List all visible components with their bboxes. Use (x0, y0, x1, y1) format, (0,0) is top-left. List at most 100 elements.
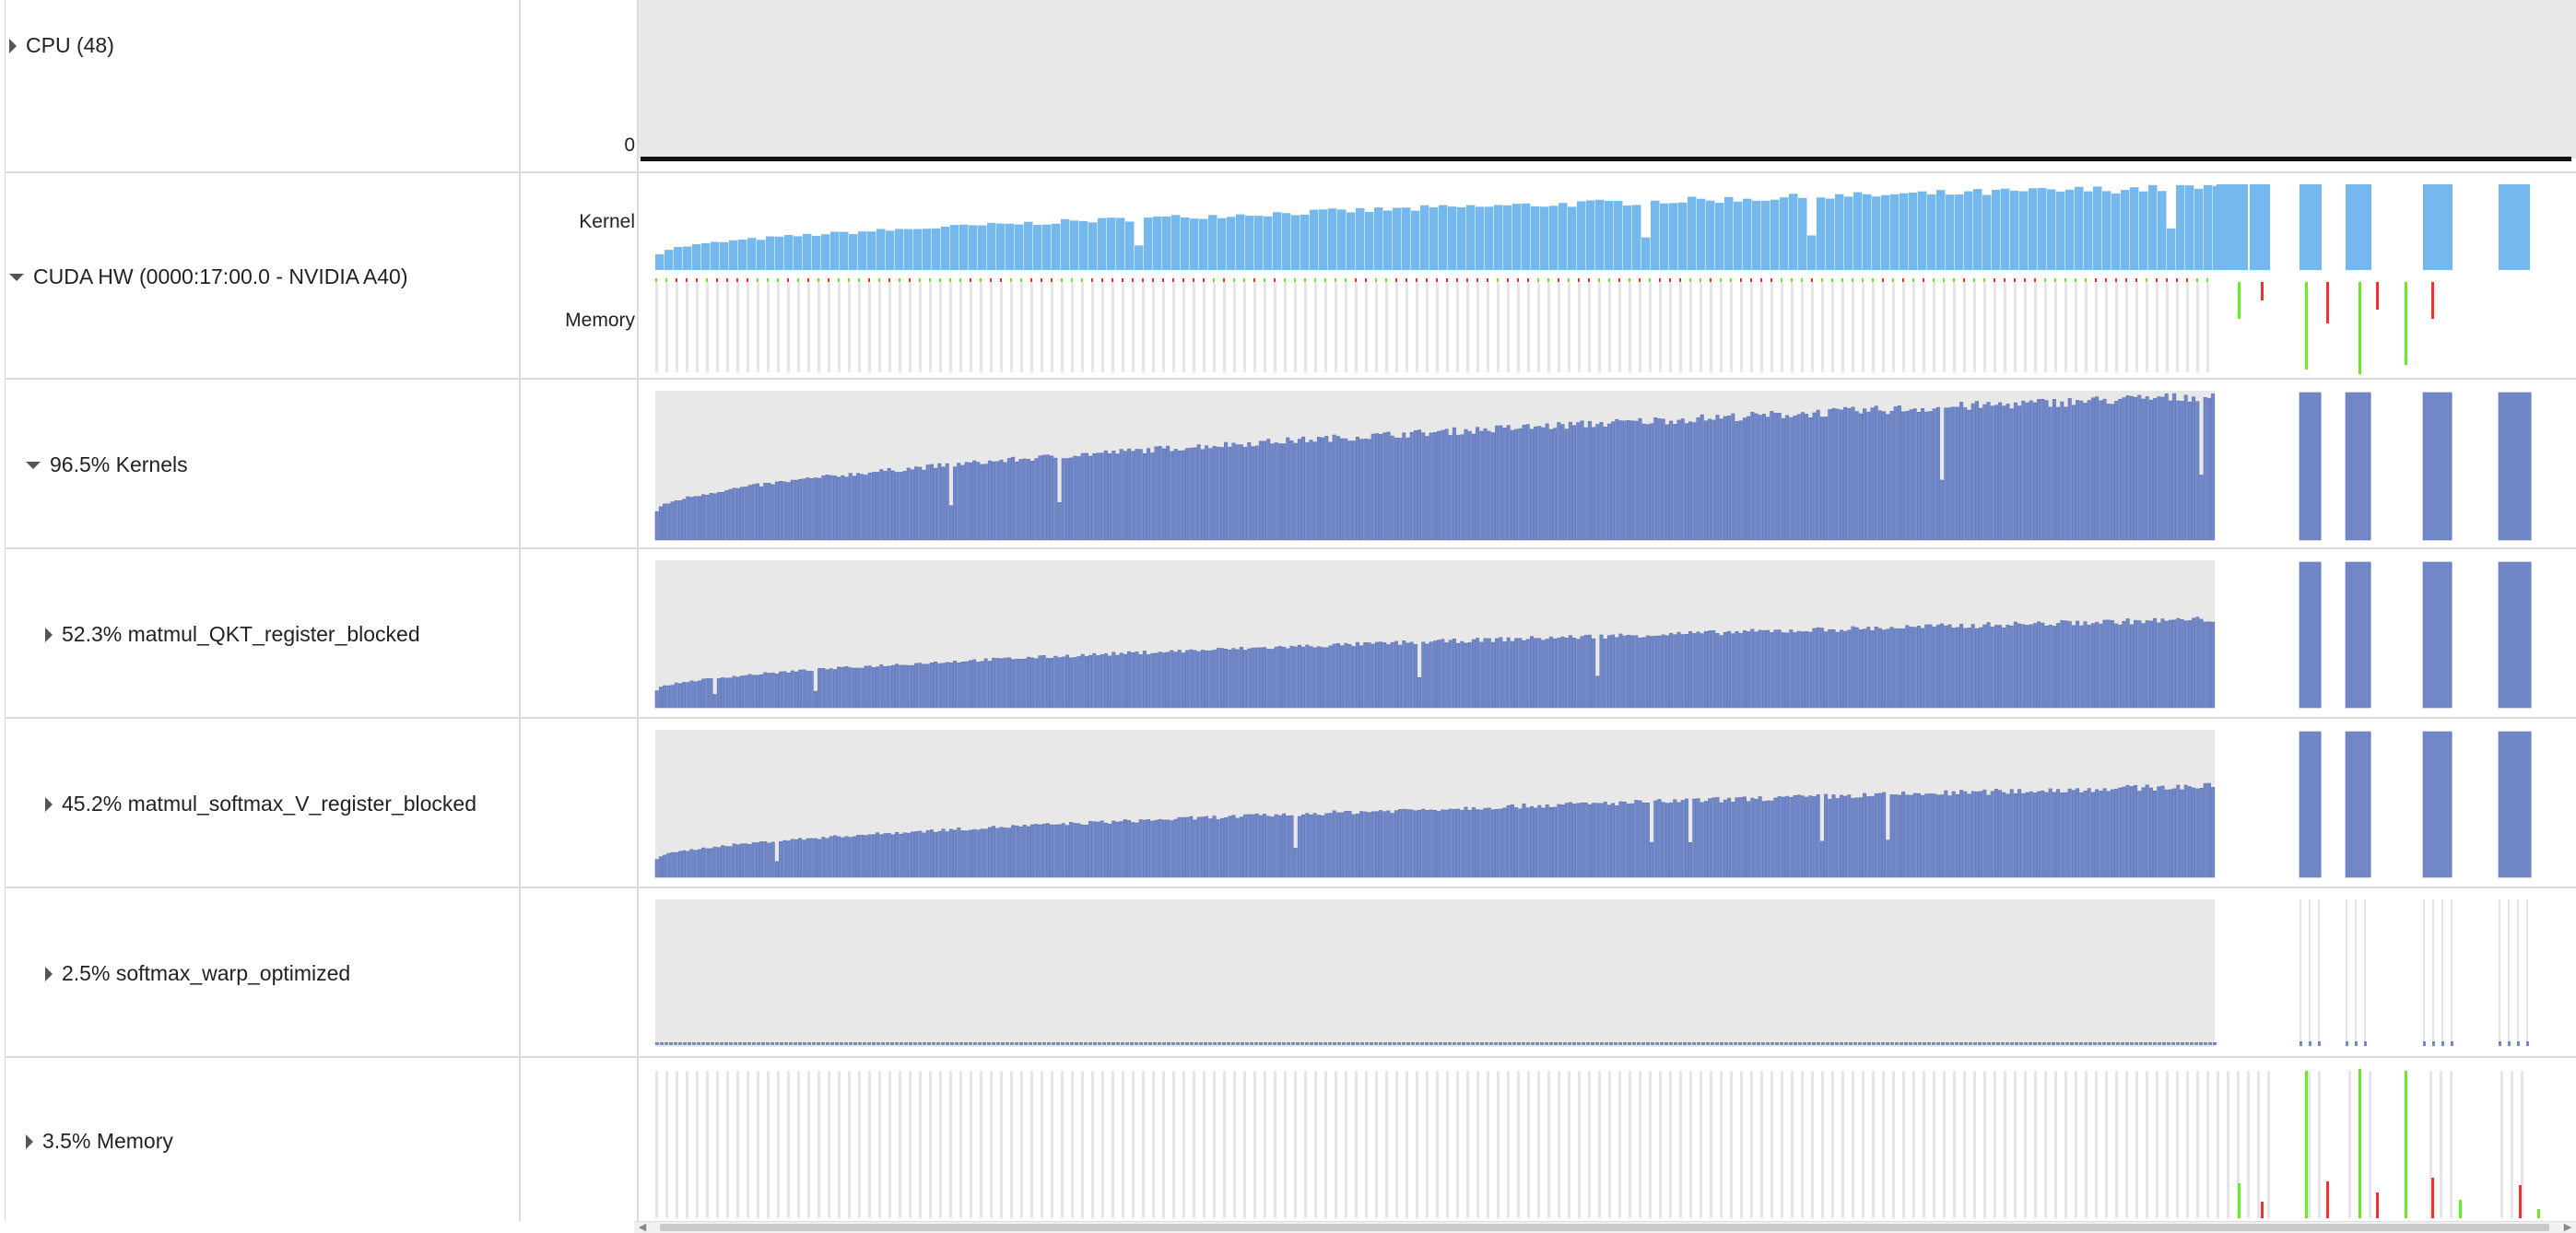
kernel-summary-bar (803, 233, 812, 270)
softmax-warp-bar (2029, 1042, 2032, 1045)
memory-op-tick (1041, 278, 1042, 282)
softmax-warp-bar (655, 1042, 659, 1045)
memory-lane-gap (817, 1071, 820, 1218)
memory-chart (655, 1069, 2540, 1218)
memory-op-tick (1193, 278, 1194, 282)
qkt-bar (1708, 630, 1712, 709)
triangle-down-icon[interactable] (9, 273, 24, 281)
kernels-bar (1464, 429, 1468, 541)
softmax-v-bar (1828, 798, 1832, 878)
triangle-down-icon[interactable] (26, 461, 41, 469)
cuda-hw-track[interactable] (639, 173, 2576, 378)
kernels-bar (2025, 402, 2029, 541)
triangle-right-icon[interactable] (9, 38, 17, 53)
kernels-bar (2134, 396, 2138, 541)
memory-lane-gap (2206, 282, 2209, 372)
memory-lane-gap (1659, 282, 1662, 372)
qkt-bar (744, 675, 748, 709)
softmax-warp-bar (1863, 1042, 1866, 1045)
cpu-track[interactable] (639, 0, 2576, 171)
softmax-warp-bar (996, 1042, 1000, 1045)
memory-op-tick (665, 278, 667, 282)
kernels-track[interactable] (639, 380, 2576, 547)
qkt-bar (1634, 635, 1639, 709)
kernels-bar (2006, 404, 2010, 541)
qkt-bar (1386, 644, 1391, 709)
qkt-bar (2448, 561, 2452, 709)
qkt-bar (1394, 640, 1398, 709)
memory-row-toggle[interactable]: 3.5% Memory (26, 1129, 173, 1154)
qkt-bar (774, 674, 779, 709)
kernels-bar (2083, 403, 2088, 541)
qkt-bar (960, 662, 965, 709)
kernels-bar (1247, 442, 1252, 541)
qkt-bar (658, 687, 663, 709)
softmax-v-bar (867, 834, 872, 878)
softmax-warp-bar (941, 1042, 945, 1045)
memory-lane-gap (888, 282, 891, 372)
softmax-warp-row-label: 2.5% softmax_warp_optimized (62, 961, 351, 985)
kernels-bar (906, 467, 911, 541)
qkt-bar (2032, 623, 2037, 709)
memory-lane-gap (1071, 282, 1074, 372)
softmax-v-bar (1096, 821, 1100, 878)
kernels-bar (1344, 438, 1348, 541)
scrollbar-thumb[interactable] (660, 1224, 2549, 1231)
memory-track[interactable] (639, 1058, 2576, 1221)
arrow-right-icon[interactable]: ▶ (2561, 1222, 2574, 1233)
kernels-bar (2211, 393, 2216, 541)
kernel-summary-bar (784, 235, 794, 270)
qkt-bar (1441, 639, 1445, 709)
kernels-bar (1460, 434, 1464, 541)
softmax-warp-bar (1347, 1042, 1350, 1045)
softmax-v-bar (740, 843, 745, 878)
qkt-bar (1432, 640, 1437, 709)
kernels-row-toggle[interactable]: 96.5% Kernels (26, 452, 188, 477)
softmax-warp-bar (2300, 1041, 2302, 1046)
triangle-right-icon[interactable] (45, 627, 53, 642)
softmax-warp-lane (2451, 899, 2452, 1047)
qkt-bar (983, 658, 988, 709)
memory-lane-gap (1892, 1071, 1895, 1218)
qkt-track[interactable] (639, 549, 2576, 717)
kernels-bar (770, 484, 775, 541)
cpu-row-toggle[interactable]: CPU (48) (9, 33, 114, 58)
kernels-bar (1979, 407, 1983, 541)
memory-lane-gap (1933, 282, 1935, 372)
triangle-right-icon[interactable] (45, 796, 53, 812)
softmax-warp-bar (1448, 1042, 1452, 1045)
softmax-warp-bar (1688, 1042, 1691, 1045)
cuda-hw-row-toggle[interactable]: CUDA HW (0000:17:00.0 - NVIDIA A40) (9, 264, 408, 289)
softmax-warp-bar (1982, 1042, 1986, 1045)
softmax-warp-row-toggle[interactable]: 2.5% softmax_warp_optimized (45, 961, 350, 986)
softmax-warp-bar (688, 1042, 691, 1045)
qkt-bar (1499, 637, 1503, 709)
softmax-v-bar (1382, 811, 1387, 878)
memory-lane-gap (1912, 282, 1915, 372)
kernels-bar (1150, 452, 1155, 541)
memory-op-tick (1294, 278, 1296, 282)
memory-lane-gap (1345, 1071, 1347, 1218)
memory-lane-gap (2348, 1071, 2351, 1218)
kernels-bar (1088, 455, 1093, 541)
memory-lane-gap (1233, 1071, 1236, 1218)
softmax-v-row-toggle[interactable]: 45.2% matmul_softmax_V_register_blocked (45, 792, 476, 816)
triangle-right-icon[interactable] (45, 966, 53, 981)
kernels-bar (1413, 430, 1417, 541)
arrow-left-icon[interactable]: ◀ (636, 1222, 649, 1233)
memory-op-tick (757, 278, 759, 282)
triangle-right-icon[interactable] (26, 1133, 33, 1149)
kernels-bar (1359, 439, 1364, 541)
kernels-bar (1115, 453, 1120, 541)
memory-lane-gap (1020, 1071, 1023, 1218)
softmax-v-track[interactable] (639, 719, 2576, 887)
qkt-bar (2013, 621, 2017, 709)
qkt-bar (1688, 630, 1693, 709)
softmax-warp-track[interactable] (639, 888, 2576, 1056)
kernels-bar (1653, 417, 1658, 541)
horizontal-scrollbar[interactable]: ◀ ▶ (634, 1221, 2576, 1233)
softmax-v-bar (1158, 818, 1162, 878)
softmax-v-bar (1870, 795, 1875, 878)
qkt-row-toggle[interactable]: 52.3% matmul_QKT_register_blocked (45, 622, 420, 647)
kernels-bar (1382, 432, 1387, 541)
